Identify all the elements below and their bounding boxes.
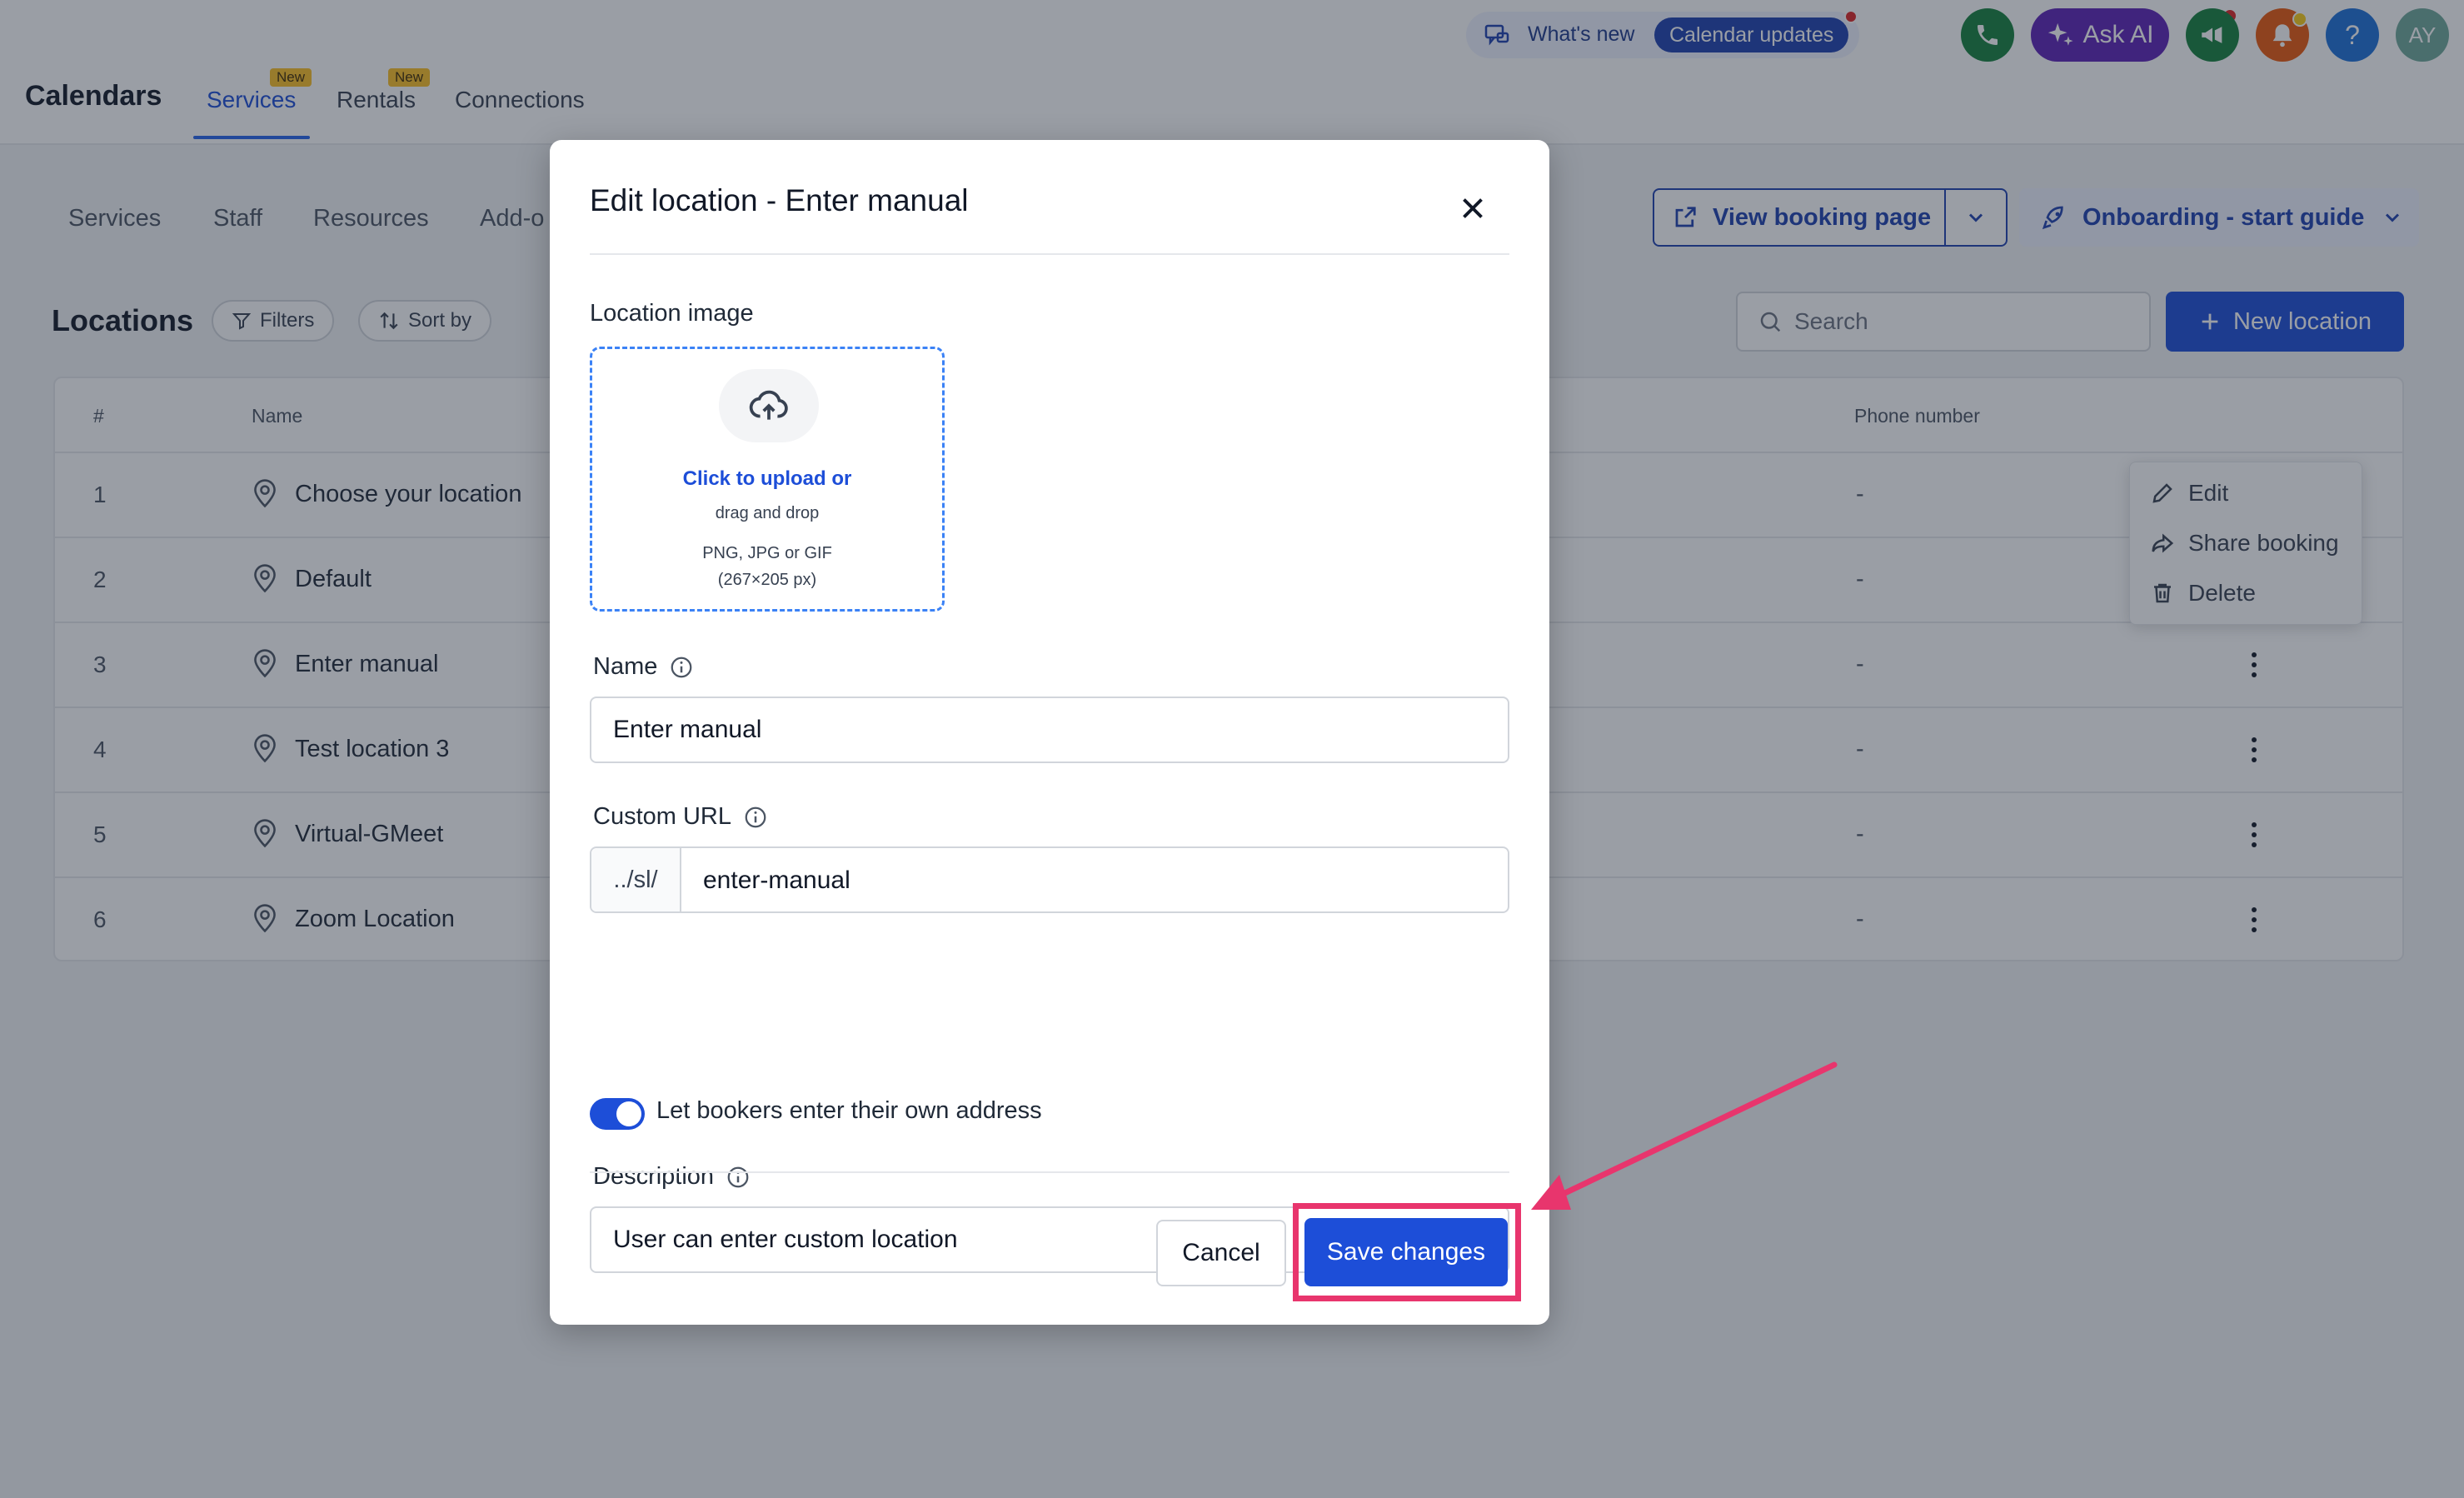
cancel-button[interactable]: Cancel bbox=[1156, 1220, 1286, 1286]
upload-size-hint: (267×205 px) bbox=[717, 571, 817, 589]
image-upload-dropzone[interactable]: Click to upload or drag and drop PNG, JP… bbox=[590, 347, 945, 612]
footer-divider bbox=[590, 1171, 1509, 1173]
name-input[interactable]: Enter manual bbox=[590, 697, 1509, 763]
location-image-label: Location image bbox=[590, 300, 754, 327]
info-icon[interactable] bbox=[743, 805, 768, 830]
info-icon[interactable] bbox=[669, 655, 694, 680]
name-field-label: Name bbox=[593, 653, 694, 681]
custom-url-label-text: Custom URL bbox=[593, 803, 731, 830]
url-prefix: ../sl/ bbox=[591, 848, 681, 911]
header-divider bbox=[590, 253, 1509, 255]
custom-url-input[interactable]: enter-manual bbox=[703, 866, 850, 895]
modal-title: Edit location - Enter manual bbox=[590, 183, 969, 217]
upload-drag-text: drag and drop bbox=[715, 504, 820, 522]
own-address-toggle-label: Let bookers enter their own address bbox=[656, 1097, 1042, 1124]
upload-prompt[interactable]: Click to upload or bbox=[592, 467, 942, 491]
save-button-highlight bbox=[1293, 1203, 1521, 1301]
cloud-upload-icon bbox=[749, 390, 788, 420]
edit-location-modal: Edit location - Enter manual Location im… bbox=[550, 140, 1549, 1325]
description-label-text: Description bbox=[593, 1163, 715, 1190]
custom-url-field-label: Custom URL bbox=[593, 803, 768, 831]
description-field-label: Description bbox=[593, 1163, 751, 1191]
info-icon[interactable] bbox=[726, 1165, 751, 1190]
name-label-text: Name bbox=[593, 653, 658, 680]
close-icon[interactable] bbox=[1458, 193, 1488, 223]
own-address-toggle[interactable] bbox=[590, 1098, 645, 1130]
custom-url-input-group: ../sl/ enter-manual bbox=[590, 846, 1509, 913]
toggle-knob bbox=[616, 1101, 641, 1126]
upload-icon-wrap bbox=[719, 369, 819, 442]
upload-formats: PNG, JPG or GIF bbox=[702, 544, 832, 562]
